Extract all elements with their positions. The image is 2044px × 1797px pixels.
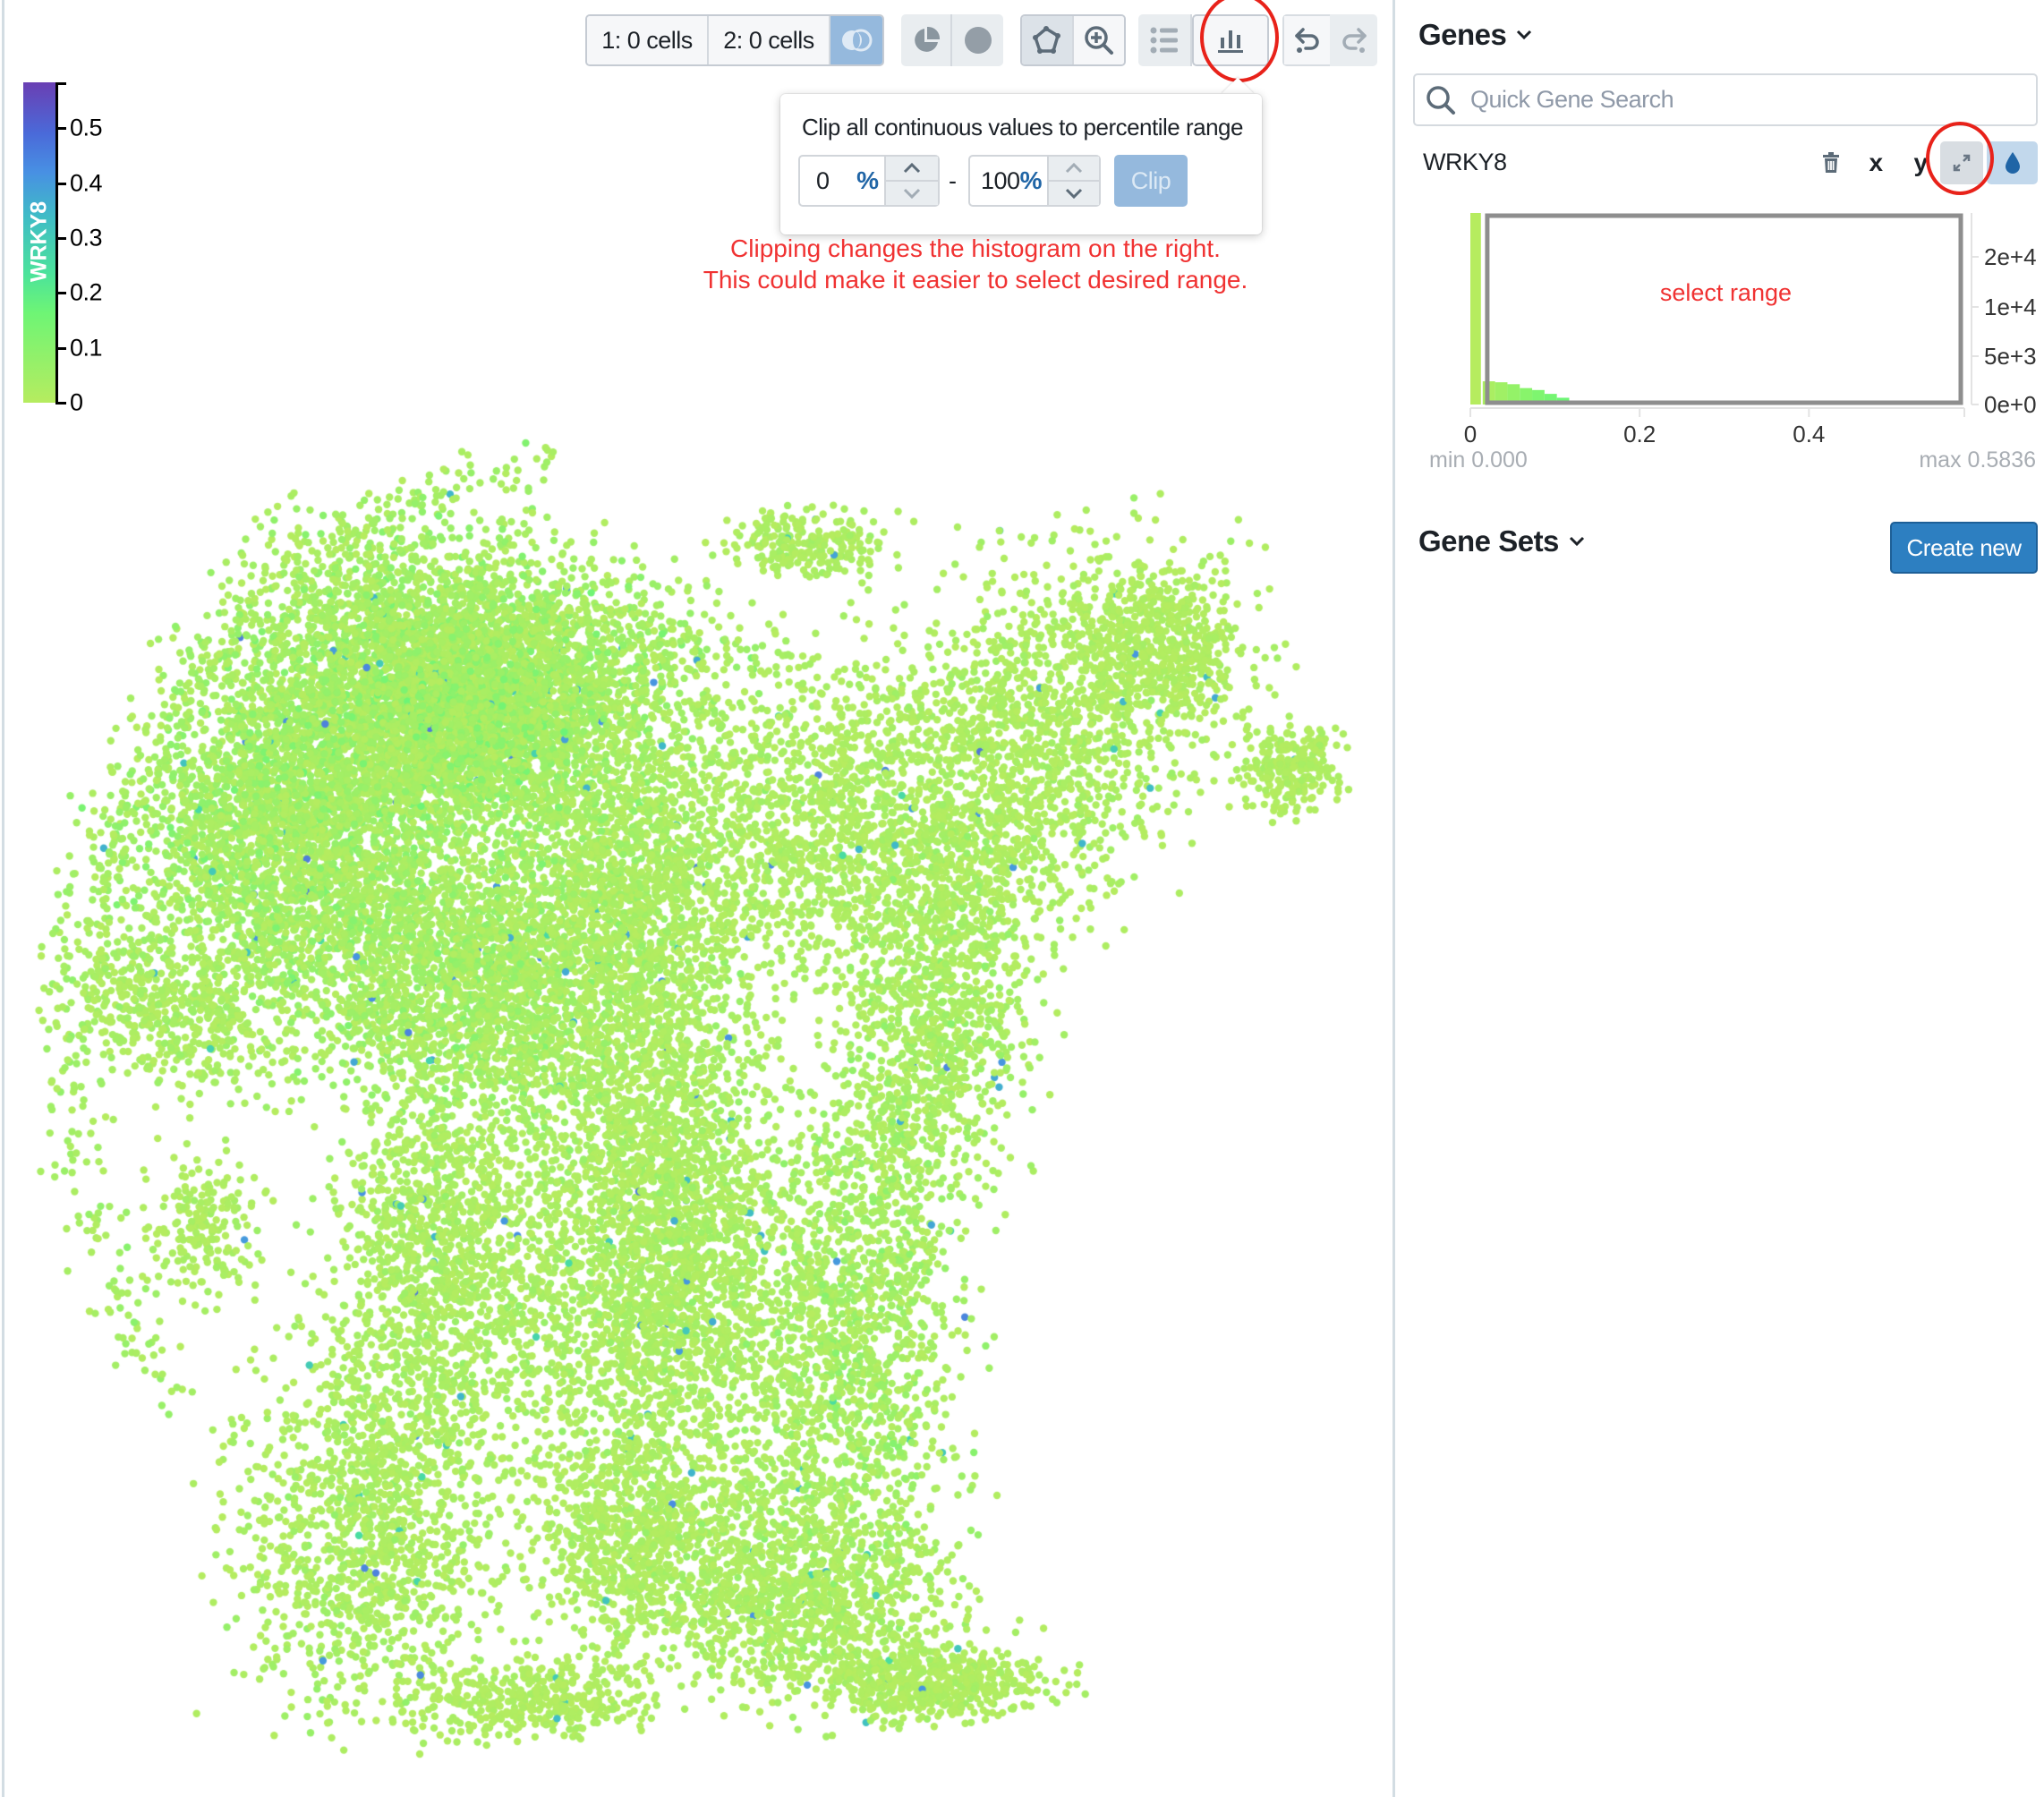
clip-min-unit: % (856, 166, 879, 194)
histogram-brush-selection[interactable] (1485, 213, 1963, 405)
annotation-circle-expand-button (1926, 122, 1994, 195)
colorbar-tick-label: 0.4 (70, 169, 103, 197)
clip-min-decrement[interactable] (886, 182, 938, 205)
clip-popover-title: Clip all continuous values to percentile… (802, 114, 1243, 141)
colorbar-tick-label: 0.2 (70, 278, 103, 306)
colorbar-tick (55, 402, 66, 405)
set-x-axis-button[interactable]: x (1860, 141, 1892, 184)
clip-popover: Clip all continuous values to percentile… (780, 94, 1262, 234)
gene-sets-section-header[interactable]: Gene Sets (1418, 524, 1586, 558)
clip-min-stepper (884, 157, 938, 205)
clip-max-input[interactable]: 100 % (968, 155, 1101, 207)
chevron-down-icon (1066, 188, 1083, 199)
clip-max-value[interactable]: 100 (970, 157, 1020, 205)
list-icon (1150, 27, 1179, 54)
subset-1-button[interactable]: 1: 0 cells (587, 16, 709, 64)
clip-button[interactable]: Clip (1114, 155, 1188, 207)
histogram-bars (1470, 213, 1606, 405)
histogram-min-label: min 0.000 (1429, 447, 1528, 473)
clip-min-value[interactable]: 0 (800, 157, 856, 205)
drop-icon (2005, 152, 2020, 174)
delete-gene-button[interactable] (1815, 141, 1847, 184)
legend-list-button[interactable] (1138, 14, 1192, 66)
colorbar-tick (55, 182, 66, 185)
histogram-y-axis: 0e+0 5e+3 1e+4 2e+4 (1971, 213, 2037, 418)
genes-title: Genes (1418, 18, 1507, 51)
undo-icon (1293, 26, 1322, 55)
histogram-bar (1470, 213, 1481, 405)
chevron-down-icon (1569, 536, 1584, 547)
colorbar-tick (55, 82, 66, 85)
annotation-clip-note-line2: This could make it easier to select desi… (703, 266, 1248, 294)
clip-max-stepper (1047, 157, 1099, 205)
colorbar-tick-label: 0.1 (70, 334, 103, 362)
x-axis-tick-label: 0.2 (1623, 421, 1656, 447)
colorbar-tick-label: 0 (70, 388, 83, 416)
gene-sets-title: Gene Sets (1418, 524, 1559, 558)
gene-search-box[interactable] (1413, 73, 2038, 126)
gene-name[interactable]: WRKY8 (1423, 149, 1507, 176)
colorbar-tick (55, 127, 66, 131)
trash-icon (1823, 152, 1839, 173)
colorbar-tick (55, 236, 66, 240)
colorbar-tick (55, 292, 66, 295)
subset-button-group: 1: 0 cells 2: 0 cells (585, 14, 884, 66)
quick-gene-search-input[interactable] (1469, 85, 2009, 115)
polygon-lasso-icon (1032, 25, 1062, 55)
clip-max-unit: % (1019, 166, 1043, 194)
set-operation-button[interactable] (830, 16, 882, 64)
range-separator: - (949, 167, 957, 194)
redo-button[interactable] (1330, 14, 1377, 66)
subset-2-label: 2: 0 cells (723, 26, 814, 54)
y-axis-tick-label: 5e+3 (1984, 343, 2037, 370)
annotation-select-range: select range (1660, 279, 1792, 306)
colorbar-label: WRKY8 (26, 200, 52, 283)
y-axis-tick-label: 2e+4 (1984, 243, 2037, 270)
panel-divider[interactable] (1392, 0, 1395, 1797)
chevron-up-icon (1066, 163, 1083, 174)
clip-min-input[interactable]: 0 % (798, 155, 940, 207)
clip-max-increment[interactable] (1049, 157, 1099, 182)
search-icon (1427, 85, 1455, 115)
lasso-button[interactable] (1022, 16, 1074, 64)
zoom-button[interactable] (1074, 16, 1124, 64)
colorbar-axis (55, 82, 58, 403)
gene-histogram[interactable]: 0 0.2 0.4 0e+0 5e+3 1e+4 2e+4 select range mi… (1414, 201, 2040, 479)
pie-chart-icon (912, 26, 941, 55)
pie-chart-button[interactable] (901, 14, 952, 66)
chevron-up-icon (903, 163, 921, 174)
colorbar-tick-label: 0.3 (70, 224, 103, 251)
color-by-gene-button[interactable] (1987, 141, 2038, 184)
chevron-down-icon (903, 188, 921, 199)
create-gene-set-button[interactable]: Create new (1890, 522, 2038, 574)
clip-min-increment[interactable] (886, 157, 938, 182)
y-axis-tick-label: 0e+0 (1984, 391, 2037, 418)
redo-icon (1340, 26, 1368, 55)
selection-tool-group (1020, 14, 1126, 66)
y-axis-tick-label: 1e+4 (1984, 294, 2037, 320)
annotation-clip-note-line1: Clipping changes the histogram on the ri… (730, 234, 1221, 262)
x-axis-tick-label: 0 (1464, 421, 1477, 447)
zoom-in-icon (1084, 25, 1114, 55)
circle-button[interactable] (952, 14, 1003, 66)
chevron-down-icon (1517, 30, 1532, 40)
colorbar-tick (55, 346, 66, 350)
subset-1-label: 1: 0 cells (601, 26, 693, 54)
x-axis-tick-label: 0.4 (1793, 421, 1825, 447)
color-mode-group (901, 14, 1003, 66)
venn-diagram-icon (840, 28, 873, 53)
undo-button[interactable] (1282, 14, 1330, 66)
histogram-max-label: max 0.5836 (1919, 447, 2036, 473)
clip-max-decrement[interactable] (1049, 182, 1099, 205)
colorbar-tick-label: 0.5 (70, 114, 103, 141)
history-group (1282, 14, 1377, 66)
histogram-x-axis: 0 0.2 0.4 (1464, 407, 1965, 447)
genes-section-header[interactable]: Genes (1418, 18, 1533, 52)
subset-2-button[interactable]: 2: 0 cells (709, 16, 830, 64)
circle-icon (964, 26, 992, 55)
